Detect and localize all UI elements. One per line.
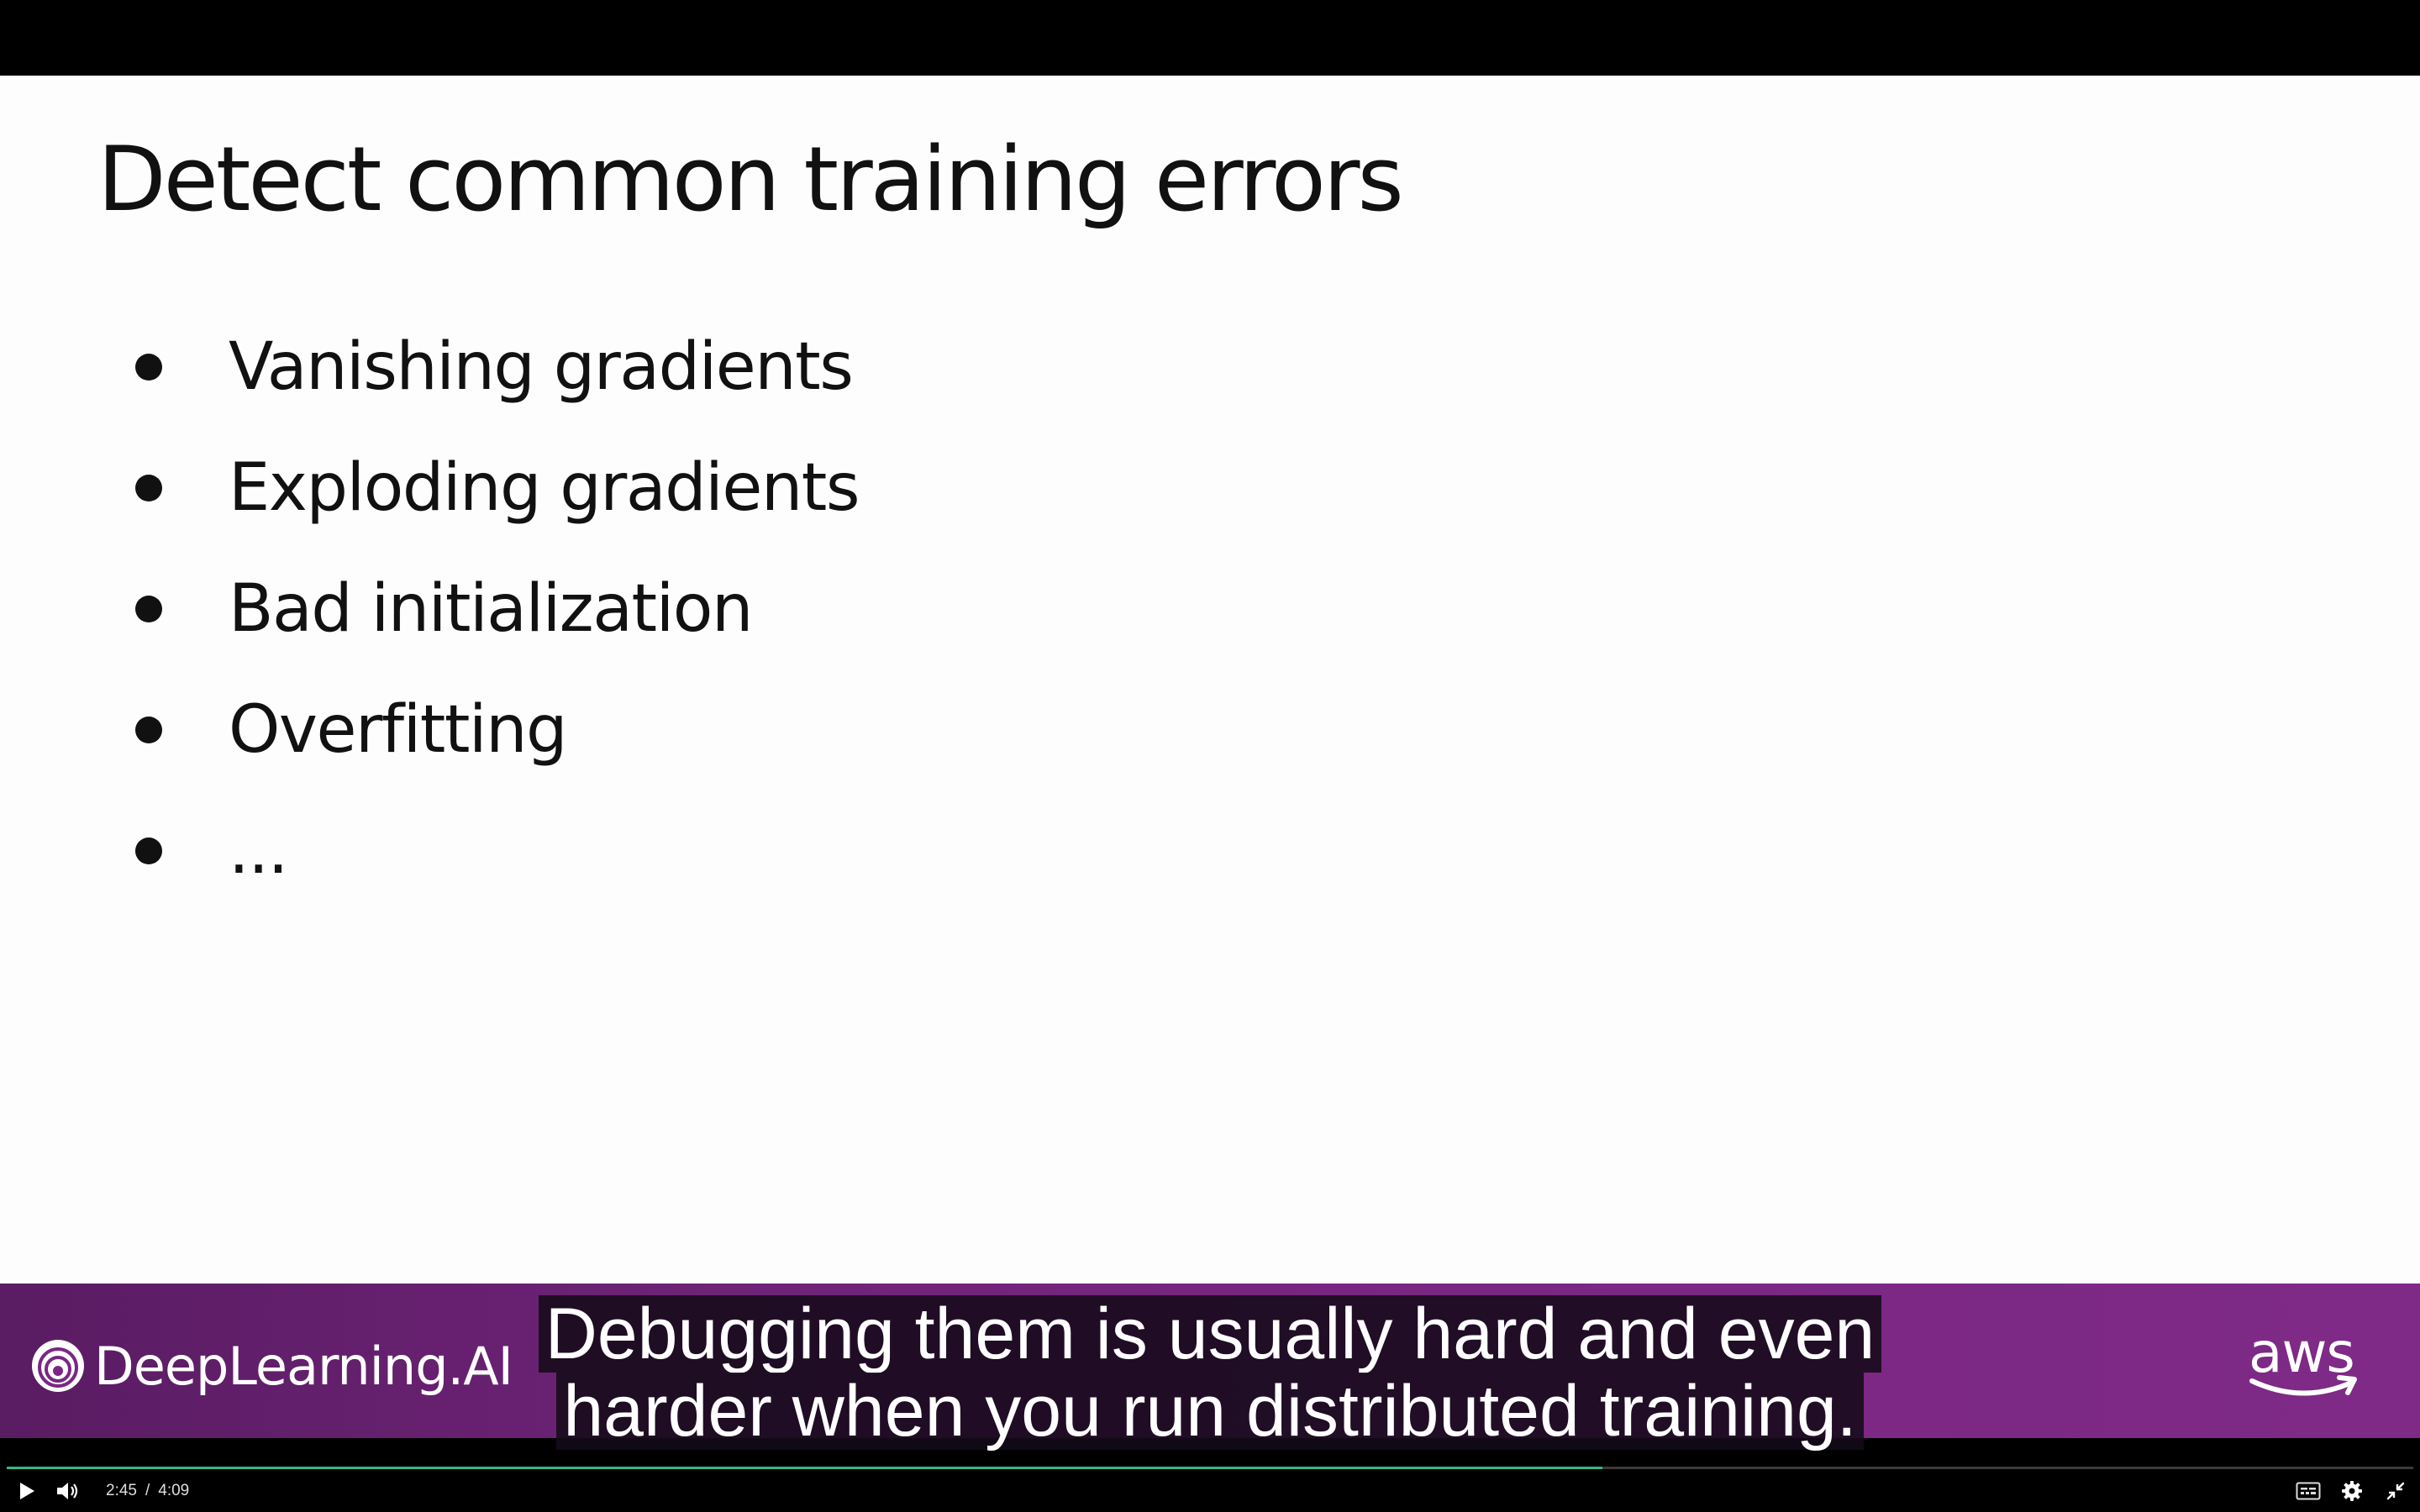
letterbox-top: [0, 0, 2420, 76]
duration: 4:09: [158, 1482, 190, 1499]
control-bar: 2:45 / 4:09: [0, 1470, 2420, 1512]
time-display: 2:45 / 4:09: [106, 1470, 189, 1512]
caption-overlay: Debugging them is usually hard and even …: [0, 1295, 2420, 1450]
closed-captions-icon: [2296, 1482, 2321, 1500]
current-time: 2:45: [106, 1482, 137, 1499]
bullet-text: ...: [229, 813, 288, 889]
video-player: Detect common training errors Vanishing …: [0, 0, 2420, 1512]
play-icon: [20, 1483, 34, 1499]
progress-fill: [7, 1467, 1602, 1469]
volume-icon: [57, 1483, 78, 1499]
exit-fullscreen-button[interactable]: [2380, 1470, 2412, 1512]
slide-title: Detect common training errors: [97, 128, 1404, 231]
time-separator: /: [145, 1482, 150, 1499]
bullet-text: Vanishing gradients: [229, 329, 854, 405]
bullet-dot-icon: [135, 354, 162, 381]
caption-line: Debugging them is usually hard and even: [538, 1295, 1882, 1373]
bullet-dot-icon: [135, 837, 162, 864]
captions-button[interactable]: [2292, 1470, 2324, 1512]
caption-line: harder when you run distributed training…: [556, 1373, 1864, 1450]
gear-icon: [2342, 1481, 2362, 1501]
settings-button[interactable]: [2336, 1470, 2368, 1512]
bullet-text: Bad initialization: [229, 571, 753, 647]
bullet-dot-icon: [135, 596, 162, 622]
bullet-text: Overfitting: [229, 692, 568, 768]
slide-frame: Detect common training errors Vanishing …: [0, 76, 2420, 1284]
bullet-text: Exploding gradients: [229, 450, 860, 526]
progress-bar[interactable]: [7, 1467, 2413, 1469]
bullet-dot-icon: [135, 717, 162, 743]
bullet-dot-icon: [135, 475, 162, 501]
play-button[interactable]: [12, 1470, 42, 1512]
volume-button[interactable]: [52, 1470, 82, 1512]
exit-fullscreen-icon: [2386, 1482, 2405, 1500]
